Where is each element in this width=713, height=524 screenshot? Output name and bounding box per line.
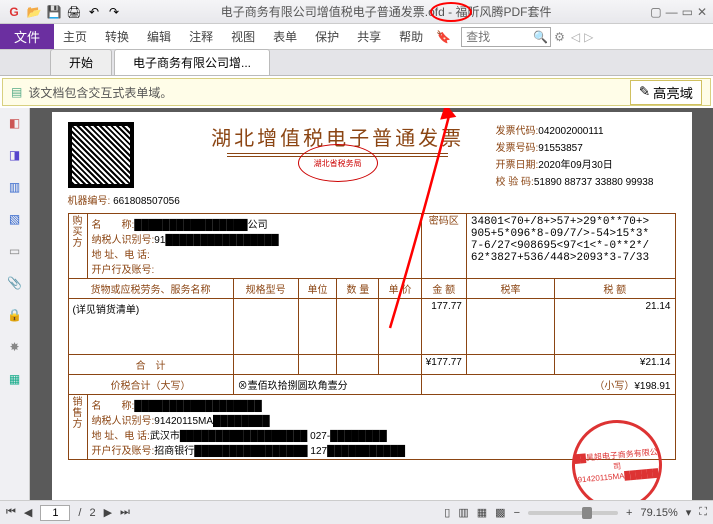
search-box: 🔍 — [461, 27, 548, 47]
tab-view[interactable]: 视图 — [222, 24, 264, 49]
info-icon: ▤ — [11, 85, 22, 99]
window-title: 电子商务有限公司增值税电子普通发票.ofd - 福昕风腾PDF套件 — [126, 3, 646, 20]
open-icon[interactable]: 📂 — [26, 4, 42, 20]
page-sep: / — [78, 507, 81, 519]
bookmark-icon[interactable]: 🔖 — [436, 30, 451, 44]
page-total: 2 — [89, 507, 95, 519]
pages-panel-icon[interactable]: ▥ — [6, 178, 24, 196]
left-nav-rail: ◧ ◨ ▥ ▧ ▭ 📎 🔒 ✸ ▦ — [0, 108, 30, 500]
print-icon[interactable]: 🖨 — [66, 4, 82, 20]
last-page-icon[interactable]: ⏭ — [120, 506, 130, 519]
doc-tab-invoice[interactable]: 电子商务有限公司增... — [114, 49, 270, 75]
highlight-fields-button[interactable]: ✎ 高亮域 — [630, 80, 702, 105]
doc-tab-start[interactable]: 开始 — [50, 49, 112, 75]
highlight-label: 高亮域 — [653, 83, 693, 102]
redo-icon[interactable]: ↷ — [106, 4, 122, 20]
comments-panel-icon[interactable]: ▭ — [6, 242, 24, 260]
next-tab-icon[interactable]: ▷ — [584, 30, 593, 44]
view-cont-icon[interactable]: ▥ — [458, 506, 468, 519]
ribbon-toggle-icon[interactable]: ▢ — [650, 5, 661, 19]
tab-edit[interactable]: 编辑 — [138, 24, 180, 49]
more-panel-icon[interactable]: ▦ — [6, 370, 24, 388]
outline-panel-icon[interactable]: ◨ — [6, 146, 24, 164]
tab-protect[interactable]: 保护 — [306, 24, 348, 49]
zoom-in-icon[interactable]: + — [626, 507, 632, 519]
annotation-arrow — [30, 108, 710, 498]
next-page-icon[interactable]: ▶ — [104, 506, 112, 519]
workspace: ◧ ◨ ▥ ▧ ▭ 📎 🔒 ✸ ▦ 机器编号: 661808507056 湖北增… — [0, 108, 713, 500]
page-viewport[interactable]: 机器编号: 661808507056 湖北增值税电子普通发票 湖北省税务局 发票… — [30, 108, 713, 500]
pencil-icon: ✎ — [639, 84, 650, 100]
search-icon[interactable]: 🔍 — [533, 30, 548, 44]
undo-icon[interactable]: ↶ — [86, 4, 102, 20]
zoom-value: 79.15% — [640, 507, 677, 519]
save-icon[interactable]: 💾 — [46, 4, 62, 20]
zoom-dropdown-icon[interactable]: ▾ — [686, 506, 692, 519]
fit-width-icon[interactable]: ⛶ — [699, 506, 707, 519]
view-facing-icon[interactable]: ▦ — [477, 506, 487, 519]
prev-page-icon[interactable]: ◀ — [24, 506, 32, 519]
zoom-out-icon[interactable]: − — [514, 507, 520, 519]
status-bar: ⏮ ◀ / 2 ▶ ⏭ ▯ ▥ ▦ ▩ − + 79.15% ▾ ⛶ — [0, 500, 713, 524]
first-page-icon[interactable]: ⏮ — [6, 506, 16, 519]
tab-convert[interactable]: 转换 — [96, 24, 138, 49]
tab-help[interactable]: 帮助 — [390, 24, 432, 49]
gear-icon[interactable]: ⚙ — [554, 30, 565, 44]
layers-panel-icon[interactable]: ▧ — [6, 210, 24, 228]
prev-tab-icon[interactable]: ◁ — [571, 30, 580, 44]
bookmark-panel-icon[interactable]: ◧ — [6, 114, 24, 132]
maximize-icon[interactable]: ▭ — [682, 5, 693, 19]
app-logo-icon: G — [6, 4, 22, 20]
document-tabs: 开始 电子商务有限公司增... — [0, 50, 713, 76]
attachments-panel-icon[interactable]: 📎 — [6, 274, 24, 292]
tab-form[interactable]: 表单 — [264, 24, 306, 49]
ribbon-tabs: 文件 主页 转换 编辑 页面注释 注释 视图 表单 保护 共享 帮助 🔖 🔍 ⚙… — [0, 24, 713, 50]
minimize-icon[interactable]: — — [666, 5, 678, 19]
tab-comment[interactable]: 注释 — [180, 24, 222, 49]
tab-home[interactable]: 主页 — [54, 24, 96, 49]
page-input[interactable] — [40, 505, 70, 521]
file-tab[interactable]: 文件 — [0, 24, 54, 49]
zoom-slider[interactable] — [528, 511, 618, 515]
view-cont-facing-icon[interactable]: ▩ — [495, 506, 505, 519]
form-info-bar: ▤ 该文档包含交互式表单域。 ✎ 高亮域 — [2, 78, 711, 106]
annotation-circle-title — [430, 2, 472, 22]
close-icon[interactable]: ✕ — [697, 5, 707, 19]
security-panel-icon[interactable]: 🔒 — [6, 306, 24, 324]
info-message: 该文档包含交互式表单域。 — [28, 84, 630, 101]
tab-share[interactable]: 共享 — [348, 24, 390, 49]
signatures-panel-icon[interactable]: ✸ — [6, 338, 24, 356]
title-bar: G 📂 💾 🖨 ↶ ↷ 电子商务有限公司增值税电子普通发票.ofd - 福昕风腾… — [0, 0, 713, 24]
view-single-icon[interactable]: ▯ — [444, 506, 450, 519]
